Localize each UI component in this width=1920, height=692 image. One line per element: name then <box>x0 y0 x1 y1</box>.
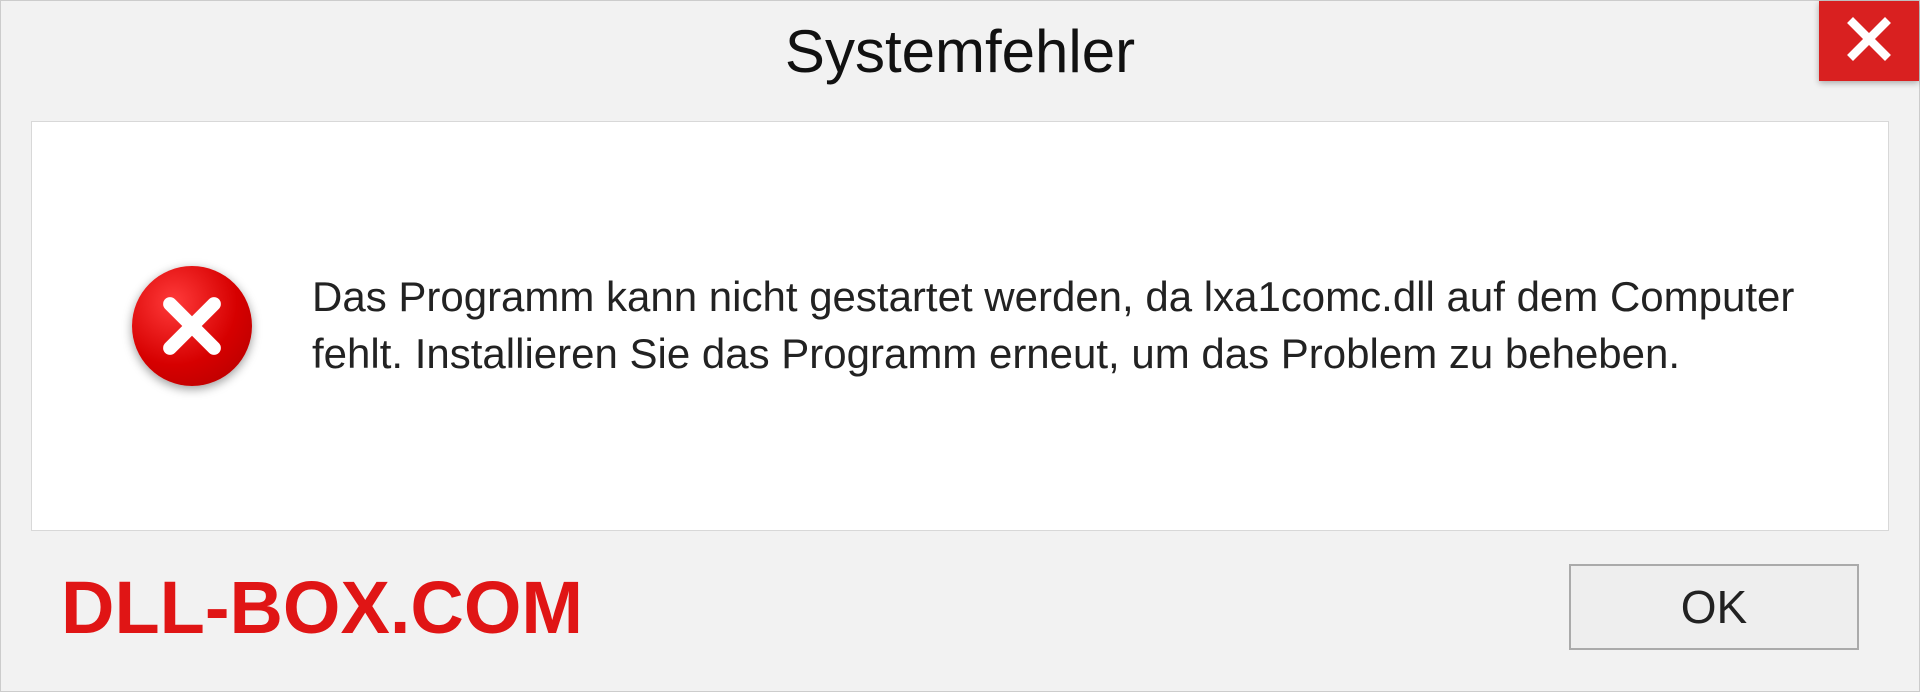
footer: DLL-BOX.COM OK <box>1 541 1919 691</box>
error-circle-icon <box>132 266 252 386</box>
error-dialog: Systemfehler Das Programm kann nicht ges… <box>0 0 1920 692</box>
close-icon <box>1845 15 1893 68</box>
ok-button[interactable]: OK <box>1569 564 1859 650</box>
content-panel: Das Programm kann nicht gestartet werden… <box>31 121 1889 531</box>
dialog-title: Systemfehler <box>785 17 1135 86</box>
ok-button-label: OK <box>1681 580 1747 634</box>
error-message: Das Programm kann nicht gestartet werden… <box>312 269 1828 382</box>
error-icon <box>132 266 252 386</box>
titlebar: Systemfehler <box>1 1 1919 101</box>
watermark-text: DLL-BOX.COM <box>61 565 583 650</box>
close-button[interactable] <box>1819 1 1919 81</box>
